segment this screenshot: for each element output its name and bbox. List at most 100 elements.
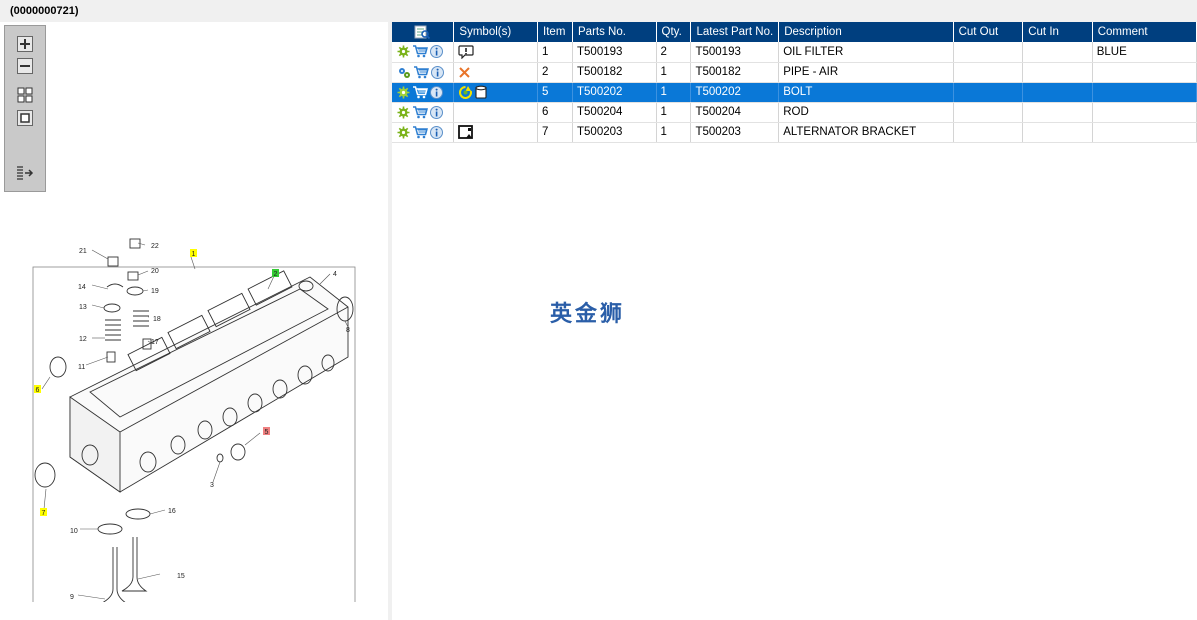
cell-item[interactable]: 1	[537, 42, 573, 63]
cell-item[interactable]: 6	[537, 102, 573, 123]
cart-icon	[413, 85, 428, 98]
cell-latest-part-no[interactable]: T500182	[690, 62, 780, 83]
cell-latest-part-no[interactable]: T500202	[690, 82, 780, 103]
column-header-cut-in[interactable]: Cut In	[1022, 22, 1093, 42]
info-icon	[430, 45, 443, 59]
column-header-parts-no[interactable]: Parts No.	[572, 22, 657, 42]
cell-qty[interactable]: 1	[656, 122, 692, 143]
cell-qty[interactable]: 1	[656, 82, 692, 103]
cart-icon	[413, 45, 428, 58]
svg-text:6: 6	[36, 387, 40, 394]
svg-text:5: 5	[265, 429, 269, 436]
cell-latest-part-no[interactable]: T500204	[690, 102, 780, 123]
table-row[interactable]: 1 T500193 2 T500193 OIL FILTER BLUE	[392, 42, 1197, 63]
svg-text:21: 21	[79, 248, 87, 255]
cell-description[interactable]: PIPE - AIR	[778, 62, 954, 83]
cell-comment[interactable]	[1092, 62, 1197, 83]
row-actions[interactable]	[392, 62, 455, 83]
svg-text:1: 1	[192, 251, 196, 258]
svg-text:9: 9	[70, 594, 74, 601]
cell-cut-in[interactable]	[1022, 42, 1093, 63]
cell-comment[interactable]: BLUE	[1092, 42, 1197, 63]
gears-icon	[399, 67, 410, 78]
cell-cut-in[interactable]	[1022, 62, 1093, 83]
zoom-in-button[interactable]	[14, 34, 36, 54]
recycle-icon	[459, 85, 473, 99]
fit-page-button[interactable]	[14, 108, 36, 128]
column-header-comment[interactable]: Comment	[1092, 22, 1197, 42]
info-bubble-icon	[458, 45, 475, 59]
watermark-text: 英金狮	[550, 302, 626, 327]
svg-text:12: 12	[79, 336, 87, 343]
column-header-actions[interactable]	[392, 22, 455, 42]
info-icon	[430, 125, 443, 139]
table-row[interactable]: 7 T500203 1 T500203 ALTERNATOR BRACKET	[392, 122, 1197, 143]
cell-description[interactable]: ROD	[778, 102, 954, 123]
cell-item[interactable]: 5	[537, 82, 573, 103]
cart-icon	[414, 65, 429, 78]
svg-text:3: 3	[210, 482, 214, 489]
cell-cut-in[interactable]	[1022, 102, 1093, 123]
row-actions[interactable]	[392, 82, 455, 103]
cell-qty[interactable]: 1	[656, 62, 692, 83]
search-list-icon	[414, 25, 430, 39]
cell-latest-part-no[interactable]: T500193	[690, 42, 780, 63]
cell-item[interactable]: 7	[537, 122, 573, 143]
cell-comment[interactable]	[1092, 122, 1197, 143]
cylinder-icon	[475, 85, 487, 99]
cell-description[interactable]: ALTERNATOR BRACKET	[778, 122, 954, 143]
row-actions[interactable]	[392, 102, 455, 123]
column-header-cut-out[interactable]: Cut Out	[953, 22, 1024, 42]
zoom-out-button[interactable]	[14, 56, 36, 76]
zoom-in-icon	[17, 36, 33, 52]
export-list-button[interactable]	[14, 163, 36, 183]
svg-text:14: 14	[78, 284, 86, 291]
cart-icon	[413, 105, 428, 118]
svg-text:18: 18	[153, 316, 161, 323]
cell-cut-in[interactable]	[1022, 122, 1093, 143]
cell-parts-no[interactable]: T500203	[572, 122, 657, 143]
svg-text:7: 7	[42, 510, 46, 517]
row-symbols	[453, 42, 539, 63]
table-row[interactable]: 2 T500182 1 T500182 PIPE - AIR	[392, 62, 1197, 83]
svg-text:20: 20	[151, 268, 159, 275]
gear-icon	[397, 45, 410, 58]
diagram-pane: 21 22 20 19 14 13 18 17 12 11 4 8 3 15 16 10 9 1 2 …	[0, 22, 388, 620]
exploded-parts-diagram[interactable]: 212220 191413 181712 1148 31516 109 1 2 …	[30, 217, 360, 602]
cell-latest-part-no[interactable]: T500203	[690, 122, 780, 143]
svg-text:22: 22	[151, 243, 159, 250]
cell-cut-out[interactable]	[953, 42, 1024, 63]
window-title: (0000000721)	[0, 0, 1197, 22]
cell-cut-out[interactable]	[953, 102, 1024, 123]
cell-parts-no[interactable]: T500202	[572, 82, 657, 103]
cell-qty[interactable]: 1	[656, 102, 692, 123]
cell-cut-out[interactable]	[953, 62, 1024, 83]
cell-cut-in[interactable]	[1022, 82, 1093, 103]
cell-parts-no[interactable]: T500182	[572, 62, 657, 83]
column-header-item[interactable]: Item	[537, 22, 573, 42]
cell-item[interactable]: 2	[537, 62, 573, 83]
parts-table: Symbol(s) Item Parts No. Qty. Latest Par…	[392, 22, 1197, 143]
cell-description[interactable]: BOLT	[778, 82, 954, 103]
cell-description[interactable]: OIL FILTER	[778, 42, 954, 63]
table-row[interactable]: 6 T500204 1 T500204 ROD	[392, 102, 1197, 123]
row-actions[interactable]	[392, 42, 455, 63]
column-header-latest-part-no[interactable]: Latest Part No.	[690, 22, 780, 42]
table-row[interactable]: 5 T500202 1 T500202 BOLT	[392, 82, 1197, 103]
svg-text:19: 19	[151, 288, 159, 295]
column-header-qty[interactable]: Qty.	[656, 22, 692, 42]
cell-parts-no[interactable]: T500193	[572, 42, 657, 63]
cell-parts-no[interactable]: T500204	[572, 102, 657, 123]
cell-qty[interactable]: 2	[656, 42, 692, 63]
fit-grid-button[interactable]	[14, 85, 36, 105]
cell-comment[interactable]	[1092, 82, 1197, 103]
cell-comment[interactable]	[1092, 102, 1197, 123]
cell-cut-out[interactable]	[953, 122, 1024, 143]
cell-cut-out[interactable]	[953, 82, 1024, 103]
column-header-description[interactable]: Description	[778, 22, 954, 42]
column-header-symbols[interactable]: Symbol(s)	[453, 22, 539, 42]
row-actions[interactable]	[392, 122, 455, 143]
svg-text:16: 16	[168, 508, 176, 515]
svg-text:10: 10	[70, 528, 78, 535]
zoom-toolbar	[4, 25, 46, 192]
